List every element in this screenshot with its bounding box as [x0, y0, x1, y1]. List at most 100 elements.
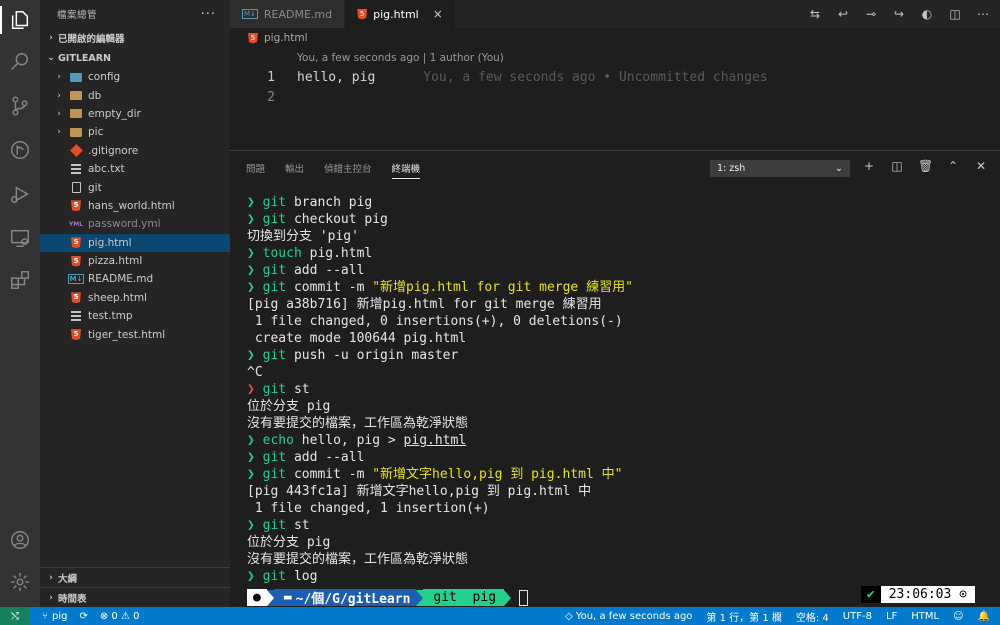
- command-args: pig.html: [301, 246, 373, 261]
- split-terminal-icon[interactable]: ◫: [890, 159, 904, 173]
- feedback-icon[interactable]: ☺: [953, 611, 963, 622]
- code-editor[interactable]: You, a few seconds ago | 1 author (You) …: [230, 48, 1000, 150]
- code-line[interactable]: 1 hello, pig You, a few seconds ago • Un…: [230, 67, 1000, 87]
- close-panel-icon[interactable]: ✕: [974, 159, 988, 173]
- chevron-right-icon: ›: [57, 90, 61, 101]
- tree-item[interactable]: test.tmp: [40, 307, 230, 325]
- command-name: git: [262, 382, 287, 397]
- maximize-panel-icon[interactable]: ⌃: [946, 159, 960, 173]
- notifications-icon[interactable]: 🔔: [978, 611, 990, 622]
- open-editors-section[interactable]: › 已開啟的編輯器: [40, 28, 230, 48]
- terminal-line: 位於分支 pig: [247, 398, 992, 415]
- close-tab-icon[interactable]: ×: [433, 7, 443, 21]
- git-commit-icon[interactable]: ⊸: [864, 7, 878, 21]
- terminal-prompt[interactable]: ● ▬ ~/個/G/gitLearn git pig: [247, 589, 529, 607]
- command-name: touch: [262, 246, 302, 261]
- terminal-select-value: 1: zsh: [717, 163, 746, 174]
- tree-item[interactable]: 5 sheep.html: [40, 289, 230, 307]
- remote-explorer-icon[interactable]: [8, 226, 32, 250]
- extensions-icon[interactable]: [8, 268, 32, 292]
- tree-item[interactable]: 5 pig.html: [40, 233, 230, 252]
- run-debug-icon[interactable]: [8, 182, 32, 206]
- tree-item-label: pizza.html: [88, 255, 143, 268]
- problems-status[interactable]: ⊗ 0 ⚠ 0: [100, 611, 140, 622]
- end-of-line[interactable]: LF: [886, 611, 897, 622]
- code-line[interactable]: 2: [230, 87, 1000, 107]
- codelens-authors[interactable]: You, a few seconds ago | 1 author (You): [297, 52, 504, 64]
- settings-gear-icon[interactable]: [8, 570, 32, 594]
- more-actions-icon[interactable]: ⋯: [976, 7, 990, 21]
- terminal-output-text: ^C: [247, 365, 263, 380]
- tree-item[interactable]: 5 pizza.html: [40, 252, 230, 270]
- tree-item[interactable]: › db: [40, 86, 230, 104]
- git-lens-icon[interactable]: [8, 138, 32, 162]
- line-number: 1: [267, 69, 275, 85]
- tab-output[interactable]: 輸出: [285, 161, 304, 175]
- breadcrumb: 5 pig.html: [230, 28, 1000, 48]
- timeline-section[interactable]: › 時間表: [40, 587, 230, 607]
- tree-item[interactable]: › config: [40, 68, 230, 86]
- cursor-position[interactable]: 第 1 行，第 1 欄: [706, 609, 781, 624]
- split-editor-icon[interactable]: ◫: [948, 7, 962, 21]
- terminal-line: 1 file changed, 1 insertion(+): [247, 500, 992, 517]
- new-terminal-icon[interactable]: +: [862, 159, 876, 173]
- folder-icon: [70, 90, 82, 102]
- terminal-output[interactable]: ❯ git branch pig ❯ git checkout pig 切換到分支 …: [247, 194, 992, 585]
- terminal-line: 沒有要提交的檔案，工作區為乾淨狀態: [247, 551, 992, 568]
- indentation[interactable]: 空格: 4: [796, 609, 829, 624]
- tree-item[interactable]: › pic: [40, 123, 230, 141]
- branch-status[interactable]: ⑂ pig: [42, 611, 67, 622]
- tree-item[interactable]: abc.txt: [40, 160, 230, 178]
- command-name: git: [262, 450, 287, 465]
- terminal-line: ❯ echo hello, pig > pig.html: [247, 432, 992, 449]
- project-section[interactable]: ⌄ GITLEARN: [40, 48, 230, 68]
- tree-item[interactable]: git: [40, 178, 230, 196]
- remote-icon[interactable]: ⤭: [0, 607, 30, 625]
- breadcrumb-file[interactable]: pig.html: [264, 32, 308, 44]
- markdown-icon: M↓: [242, 9, 258, 19]
- chevron-right-icon: ›: [57, 127, 61, 138]
- command-name: git: [262, 348, 287, 363]
- compare-changes-icon[interactable]: ⇆: [808, 7, 822, 21]
- terminal-line: 沒有要提交的檔案，工作區為乾淨狀態: [247, 415, 992, 432]
- blame-status[interactable]: ◇ You, a few seconds ago: [565, 611, 692, 622]
- prompt-symbol: ❯: [247, 569, 255, 584]
- tree-item[interactable]: YML password.yml: [40, 215, 230, 233]
- sync-icon[interactable]: ⟳: [79, 611, 87, 622]
- kill-terminal-icon[interactable]: 🗑: [918, 159, 933, 173]
- tree-item[interactable]: 5 tiger_test.html: [40, 325, 230, 343]
- toggle-blame-icon[interactable]: ◐: [920, 7, 934, 21]
- source-control-icon[interactable]: [8, 94, 32, 118]
- go-back-icon[interactable]: ↩: [836, 7, 850, 21]
- html5-icon: 5: [70, 292, 82, 304]
- command-args: commit -m: [286, 280, 373, 295]
- account-icon[interactable]: [8, 528, 32, 552]
- tree-item[interactable]: 5 hans_world.html: [40, 197, 230, 215]
- tab-terminal[interactable]: 終端機: [391, 161, 421, 179]
- prompt-separator: [266, 589, 274, 606]
- html5-icon: 5: [357, 8, 368, 20]
- go-forward-icon[interactable]: ↪: [892, 7, 906, 21]
- outline-section[interactable]: › 大綱: [40, 567, 230, 587]
- tree-item[interactable]: .gitignore: [40, 142, 230, 160]
- tab-debug-console[interactable]: 偵錯主控台: [324, 161, 372, 175]
- tree-item[interactable]: › empty_dir: [40, 105, 230, 123]
- status-bar: ⤭ ⑂ pig ⟳ ⊗ 0 ⚠ 0 ◇ You, a few seconds a…: [0, 607, 1000, 625]
- more-actions-icon[interactable]: ···: [201, 7, 216, 22]
- tree-item[interactable]: M↓ README.md: [40, 270, 230, 288]
- encoding[interactable]: UTF-8: [843, 611, 872, 622]
- tab-readme[interactable]: M↓ README.md: [230, 0, 346, 28]
- tab-label: README.md: [263, 7, 333, 21]
- terminal-line: ^C: [247, 364, 992, 381]
- terminal-output-text: 1 file changed, 1 insertion(+): [247, 501, 490, 516]
- explorer-icon[interactable]: [8, 8, 32, 32]
- terminal-select[interactable]: 1: zsh ⌄: [710, 160, 850, 177]
- tab-problems[interactable]: 問題: [246, 161, 265, 175]
- terminal-output-text: 沒有要提交的檔案，工作區為乾淨狀態: [247, 416, 469, 431]
- language-mode[interactable]: HTML: [911, 611, 939, 622]
- tab-pig-html[interactable]: 5 pig.html ×: [345, 0, 456, 28]
- search-icon[interactable]: [8, 50, 32, 74]
- git-icon: [69, 144, 83, 158]
